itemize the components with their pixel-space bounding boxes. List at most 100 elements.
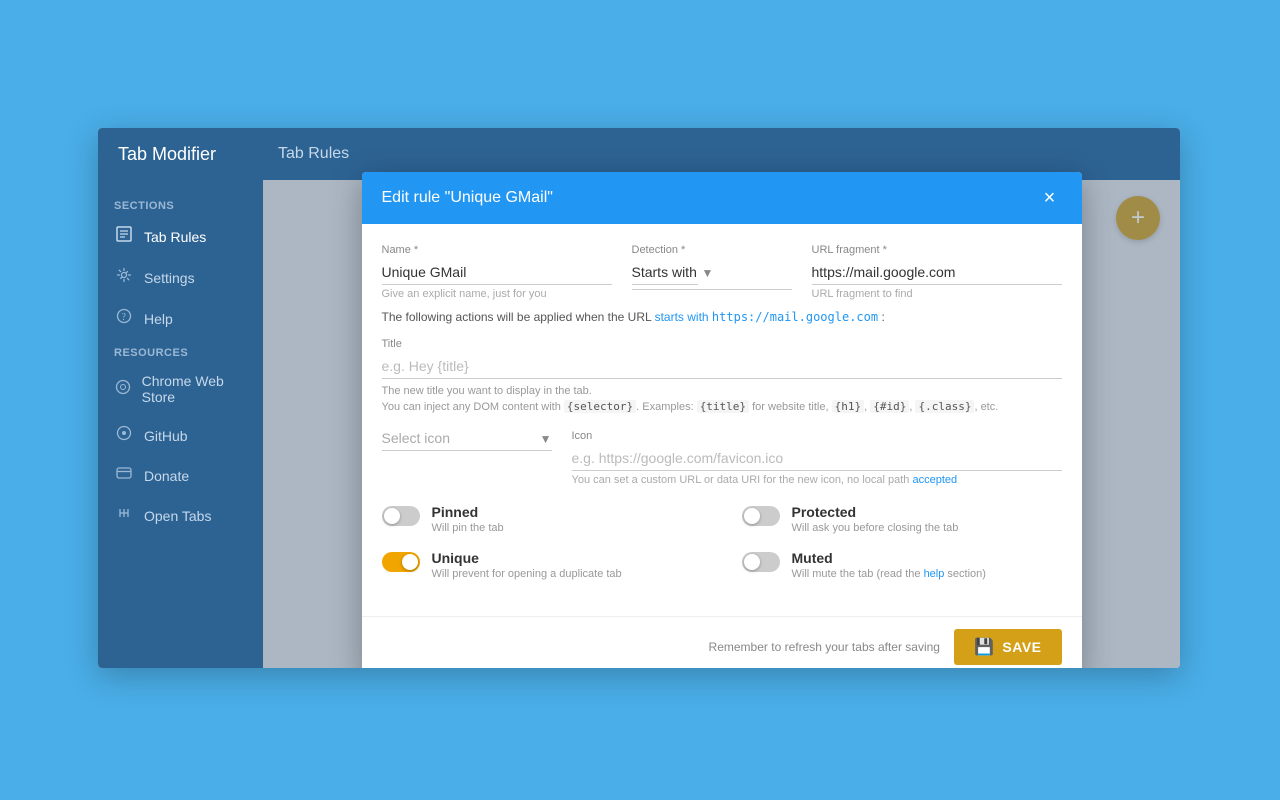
detection-wrapper: Starts with Contains Ends with Regex Exa…: [632, 260, 792, 290]
icon-url-group: Icon You can set a custom URL or data UR…: [572, 430, 1062, 486]
open-tabs-label: Open Tabs: [144, 508, 211, 524]
pinned-toggle[interactable]: [382, 506, 420, 526]
open-tabs-icon: [114, 505, 134, 526]
name-group: Name * Give an explicit name, just for y…: [382, 244, 612, 300]
selector-code: {selector}: [564, 400, 636, 413]
donate-icon: [114, 466, 134, 485]
sections-label: Sections: [98, 192, 263, 216]
unique-toggle[interactable]: [382, 552, 420, 572]
help-icon: ?: [114, 308, 134, 329]
title-label: Title: [382, 338, 1062, 350]
footer-hint: Remember to refresh your tabs after savi…: [382, 640, 940, 654]
github-label: GitHub: [144, 428, 188, 444]
url-hint-text: The following actions will be applied wh…: [382, 310, 1062, 324]
sidebar-item-settings[interactable]: Settings: [98, 257, 263, 298]
h1-code: {h1}: [832, 400, 865, 413]
help-link[interactable]: help: [924, 568, 945, 580]
app-body: Sections Tab Rules: [98, 180, 1180, 668]
chrome-icon: [114, 379, 132, 400]
save-label: SAVE: [1002, 639, 1041, 655]
tab-rules-label: Tab Rules: [144, 229, 206, 245]
muted-toggle[interactable]: [742, 552, 780, 572]
help-label: Help: [144, 311, 173, 327]
sidebar: Sections Tab Rules: [98, 180, 263, 668]
select-icon-group: Select icon ▼: [382, 430, 552, 451]
class-code: {.class}: [915, 400, 974, 413]
name-input[interactable]: [382, 260, 612, 285]
protected-desc: Will ask you before closing the tab: [792, 522, 959, 534]
icon-hint-link[interactable]: accepted: [913, 474, 958, 486]
pinned-info: Pinned Will pin the tab: [432, 504, 504, 534]
sidebar-item-tab-rules[interactable]: Tab Rules: [98, 216, 263, 257]
modal-body: Name * Give an explicit name, just for y…: [362, 224, 1082, 616]
icon-label: Icon: [572, 430, 1062, 442]
modal-title: Edit rule "Unique GMail": [382, 189, 553, 207]
donate-label: Donate: [144, 468, 189, 484]
main-content: + Edit rule "Unique GMail" × N: [263, 180, 1180, 668]
title-hint-line1: The new title you want to display in the…: [382, 385, 592, 397]
tab-rules-icon: [114, 226, 134, 247]
icon-section: Select icon ▼ Icon You can set a custom …: [382, 430, 1062, 486]
sidebar-item-chrome-web-store[interactable]: Chrome Web Store: [98, 363, 263, 415]
right-toggle-column: Protected Will ask you before closing th…: [742, 504, 1062, 596]
name-hint: Give an explicit name, just for you: [382, 288, 612, 300]
url-hint-suffix: :: [881, 310, 884, 324]
toggle-muted: Muted Will mute the tab (read the help s…: [742, 550, 1062, 580]
toggles-section: Pinned Will pin the tab: [382, 504, 1062, 596]
app-title: Tab Modifier: [118, 144, 278, 165]
title-group: Title The new title you want to display …: [382, 338, 1062, 416]
detection-select[interactable]: Starts with Contains Ends with Regex Exa…: [632, 260, 698, 285]
sidebar-item-help[interactable]: ? Help: [98, 298, 263, 339]
edit-rule-modal: Edit rule "Unique GMail" × Name * Give a…: [362, 172, 1082, 669]
detection-arrow-icon: ▼: [702, 266, 714, 285]
toggle-protected: Protected Will ask you before closing th…: [742, 504, 1062, 534]
protected-knob: [744, 508, 760, 524]
pinned-label: Pinned: [432, 504, 504, 520]
sidebar-item-github[interactable]: GitHub: [98, 415, 263, 456]
url-hint-link[interactable]: starts with: [655, 310, 709, 324]
protected-toggle[interactable]: [742, 506, 780, 526]
select-icon-wrapper: Select icon ▼: [382, 430, 552, 451]
pinned-knob: [384, 508, 400, 524]
url-fragment-input[interactable]: [812, 260, 1062, 285]
icon-url-input[interactable]: [572, 446, 1062, 471]
modal-overlay: Edit rule "Unique GMail" × Name * Give a…: [263, 180, 1180, 668]
icon-hint-prefix: You can set a custom URL or data URI for…: [572, 474, 910, 486]
github-icon: [114, 425, 134, 446]
protected-label: Protected: [792, 504, 959, 520]
protected-info: Protected Will ask you before closing th…: [792, 504, 959, 534]
sidebar-item-donate[interactable]: Donate: [98, 456, 263, 495]
chrome-web-store-label: Chrome Web Store: [142, 373, 247, 405]
detection-group: Detection * Starts with Contains Ends wi…: [632, 244, 792, 300]
sidebar-item-open-tabs[interactable]: Open Tabs: [98, 495, 263, 536]
id-code: {#id}: [870, 400, 909, 413]
form-row-name-detection: Name * Give an explicit name, just for y…: [382, 244, 1062, 300]
url-hint-prefix: The following actions will be applied wh…: [382, 310, 652, 324]
pinned-desc: Will pin the tab: [432, 522, 504, 534]
url-fragment-label: URL fragment *: [812, 244, 1062, 256]
left-toggle-column: Pinned Will pin the tab: [382, 504, 702, 596]
muted-info: Muted Will mute the tab (read the help s…: [792, 550, 986, 580]
detection-label: Detection *: [632, 244, 792, 256]
unique-info: Unique Will prevent for opening a duplic…: [432, 550, 622, 580]
modal-header: Edit rule "Unique GMail" ×: [362, 172, 1082, 224]
url-fragment-group: URL fragment * URL fragment to find: [812, 244, 1062, 300]
unique-knob: [402, 554, 418, 570]
toggle-pinned: Pinned Will pin the tab: [382, 504, 702, 534]
save-button[interactable]: 💾 SAVE: [954, 629, 1062, 665]
unique-label: Unique: [432, 550, 622, 566]
settings-icon: [114, 267, 134, 288]
muted-desc: Will mute the tab (read the help section…: [792, 568, 986, 580]
page-title: Tab Rules: [278, 145, 349, 163]
title-input[interactable]: [382, 354, 1062, 379]
svg-text:?: ?: [122, 312, 127, 323]
title-code: {title}: [697, 400, 749, 413]
modal-close-button[interactable]: ×: [1038, 186, 1062, 210]
save-icon: 💾: [974, 637, 994, 657]
url-hint-code: https://mail.google.com: [712, 310, 878, 324]
muted-label: Muted: [792, 550, 986, 566]
url-fragment-hint: URL fragment to find: [812, 288, 1062, 300]
settings-label: Settings: [144, 270, 195, 286]
name-label: Name *: [382, 244, 612, 256]
title-hint-line2: You can inject any DOM content with {sel…: [382, 401, 999, 413]
